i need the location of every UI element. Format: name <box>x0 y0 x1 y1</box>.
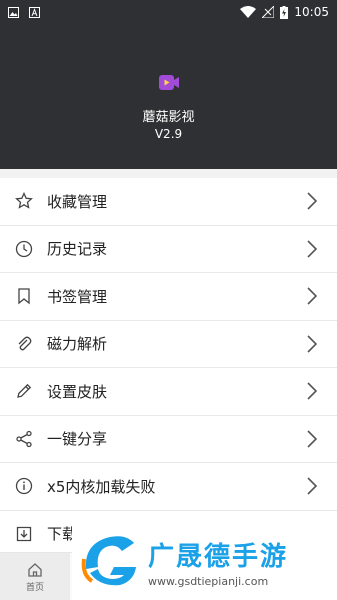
clock-icon <box>14 239 34 259</box>
watermark-overlay: 广晟德手游 www.gsdtiepianji.com <box>72 523 337 600</box>
signal-icon <box>262 6 275 18</box>
wifi-icon <box>240 6 257 18</box>
menu-item-favorites[interactable]: 收藏管理 <box>0 178 337 226</box>
chevron-right-icon <box>307 192 318 210</box>
status-bar: 10:05 <box>0 0 337 24</box>
menu-item-history[interactable]: 历史记录 <box>0 226 337 273</box>
clock-time: 10:05 <box>294 5 329 19</box>
app-logo-icon <box>158 75 179 90</box>
watermark-url: www.gsdtiepianji.com <box>148 574 269 588</box>
image-notification-icon <box>8 6 19 18</box>
font-notification-icon <box>29 6 40 18</box>
menu-item-label: 磁力解析 <box>47 335 108 354</box>
download-icon <box>14 524 34 544</box>
chevron-right-icon <box>307 335 318 353</box>
info-icon <box>14 476 34 496</box>
menu-item-label: 一键分享 <box>47 430 108 449</box>
menu-item-label: 设置皮肤 <box>47 382 108 401</box>
chevron-right-icon <box>307 287 318 305</box>
chevron-right-icon <box>307 477 318 495</box>
menu-item-magnet-parse[interactable]: 磁力解析 <box>0 321 337 368</box>
menu-list: 收藏管理 历史记录 书签管理 磁力解析 设置皮肤 一键分享 x5内核加载失败 下… <box>0 178 337 558</box>
home-icon <box>28 562 42 577</box>
app-header: 蘑菇影视 V2.9 <box>0 24 337 169</box>
menu-item-bookmarks[interactable]: 书签管理 <box>0 273 337 321</box>
watermark-title: 广晟德手游 <box>148 541 289 572</box>
chevron-right-icon <box>307 240 318 258</box>
menu-item-x5-kernel[interactable]: x5内核加载失败 <box>0 463 337 511</box>
menu-item-share[interactable]: 一键分享 <box>0 416 337 463</box>
battery-charging-icon <box>280 5 289 19</box>
menu-item-label: 收藏管理 <box>47 192 108 211</box>
chevron-right-icon <box>307 430 318 448</box>
nav-home-label: 首页 <box>25 582 44 593</box>
pencil-icon <box>14 381 34 401</box>
share-icon <box>14 429 34 449</box>
bookmark-icon <box>14 286 34 306</box>
watermark-logo-icon <box>81 535 136 585</box>
app-version: V2.9 <box>154 127 183 141</box>
menu-item-skin-settings[interactable]: 设置皮肤 <box>0 368 337 416</box>
chevron-right-icon <box>307 382 318 400</box>
paperclip-icon <box>14 334 34 354</box>
menu-item-label: x5内核加载失败 <box>47 477 156 496</box>
menu-item-label: 历史记录 <box>47 240 108 259</box>
menu-item-label: 书签管理 <box>47 287 108 306</box>
nav-home[interactable]: 首页 <box>0 553 70 600</box>
star-icon <box>14 191 34 211</box>
app-name: 蘑菇影视 <box>142 110 195 125</box>
